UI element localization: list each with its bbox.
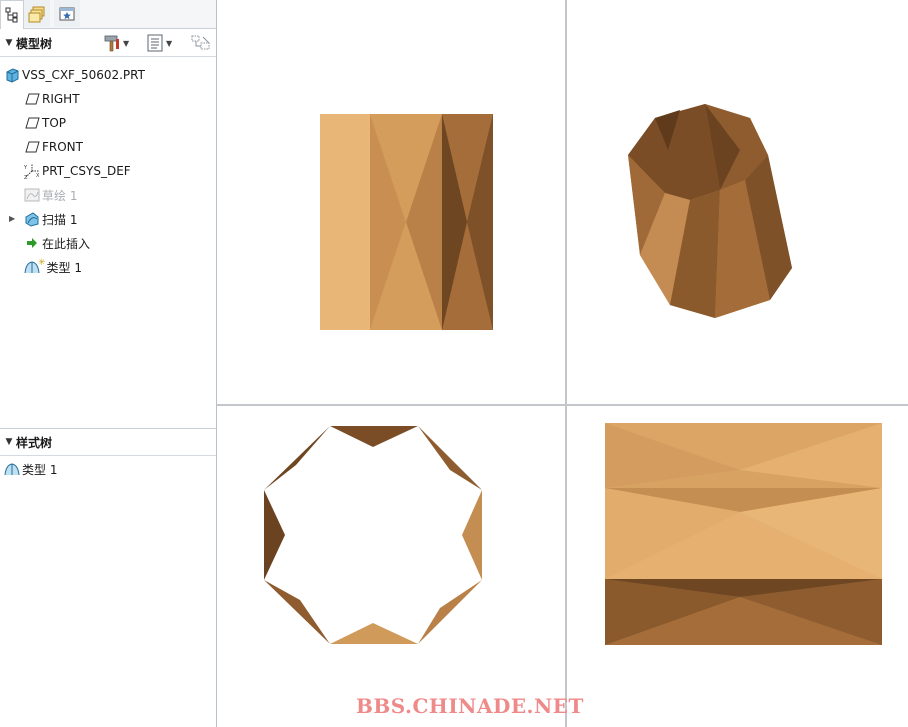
tree-item-front[interactable]: FRONT (24, 137, 83, 157)
tree-item-label: 类型 1 (46, 260, 82, 275)
viewport-side-view[interactable] (567, 406, 908, 727)
tree-item-label: TOP (42, 116, 67, 130)
insert-here-arrow-icon (24, 235, 40, 251)
front-view-model (320, 114, 493, 330)
style-tree-title: 样式树 (16, 435, 53, 450)
sweep-icon (24, 211, 40, 227)
coordinate-system-icon: Y X Z (24, 163, 40, 179)
datum-plane-icon (24, 115, 40, 131)
datum-plane-icon (24, 139, 40, 155)
tree-filter-button[interactable] (190, 34, 212, 52)
tree-item-sketch[interactable]: 草绘 1 (24, 185, 77, 205)
style-marker-icon: ✳ (38, 258, 46, 268)
style-tree-item[interactable]: 类型 1 (4, 459, 57, 479)
model-tree-tab-icon (5, 7, 18, 23)
tree-item-label: RIGHT (42, 92, 80, 106)
tree-item-style[interactable]: ✳ 类型 1 (24, 257, 82, 277)
tab-folder-browser[interactable] (24, 0, 50, 27)
tree-item-insert-here[interactable]: 在此插入 (24, 233, 90, 253)
svg-text:Y: Y (24, 165, 28, 171)
list-show-icon (147, 34, 163, 52)
svg-text:Z: Z (24, 175, 28, 179)
collapse-triangle-icon[interactable]: ▼ (2, 38, 16, 48)
watermark-text: BBS.CHINADE.NET (356, 694, 584, 718)
tree-item-label: 类型 1 (22, 462, 58, 477)
hammer-settings-icon (104, 35, 119, 52)
tab-model-tree[interactable] (0, 0, 24, 29)
svg-text:X: X (36, 173, 40, 179)
tree-item-label: VSS_CXF_50602.PRT (22, 68, 145, 82)
tree-item-label: 在此插入 (42, 236, 91, 251)
top-view-model (264, 426, 482, 644)
show-options-button[interactable]: ▼ (146, 34, 172, 52)
tree-filter-icon (191, 35, 210, 50)
tree-item-csys[interactable]: Y X Z PRT_CSYS_DEF (24, 161, 131, 181)
model-tree-header: ▼ 模型树 ▼ ▼ (0, 30, 216, 57)
viewport-top-view[interactable] (218, 406, 565, 727)
tree-item-sweep[interactable]: 扫描 1 (24, 209, 77, 229)
chevron-down-icon: ▼ (123, 38, 130, 48)
folder-browser-icon (28, 6, 45, 22)
tree-item-right[interactable]: RIGHT (24, 89, 80, 109)
sketch-icon (24, 187, 40, 203)
tree-item-label: 扫描 1 (42, 212, 78, 227)
navigator-panel: ▼ 模型树 ▼ ▼ VSS_CXF_50602.PRT RIGHT TOP FR… (0, 0, 217, 727)
viewport-isometric-view[interactable] (567, 0, 908, 404)
side-view-model (605, 423, 882, 645)
chevron-down-icon: ▼ (166, 38, 173, 48)
tree-item-part[interactable]: VSS_CXF_50602.PRT (4, 65, 145, 85)
tab-favorites[interactable] (54, 0, 80, 27)
datum-plane-icon (24, 91, 40, 107)
collapse-triangle-icon[interactable]: ▼ (2, 437, 16, 447)
viewport-front-view[interactable] (218, 0, 565, 404)
style-tree-header: ▼ 样式树 (0, 428, 216, 456)
model-tree-title: 模型树 (16, 36, 53, 51)
navigator-tabbar (0, 0, 216, 29)
part-icon (4, 67, 20, 83)
settings-tool-button[interactable]: ▼ (103, 34, 129, 52)
tree-item-label: 草绘 1 (42, 188, 78, 203)
tree-item-label: FRONT (42, 140, 83, 154)
style-surface-icon (4, 461, 20, 477)
expand-triangle-icon[interactable]: ▶ (9, 214, 15, 223)
isometric-view-model (628, 104, 792, 318)
tree-item-label: PRT_CSYS_DEF (42, 164, 131, 178)
favorites-icon (59, 7, 75, 20)
tree-item-top[interactable]: TOP (24, 113, 66, 133)
